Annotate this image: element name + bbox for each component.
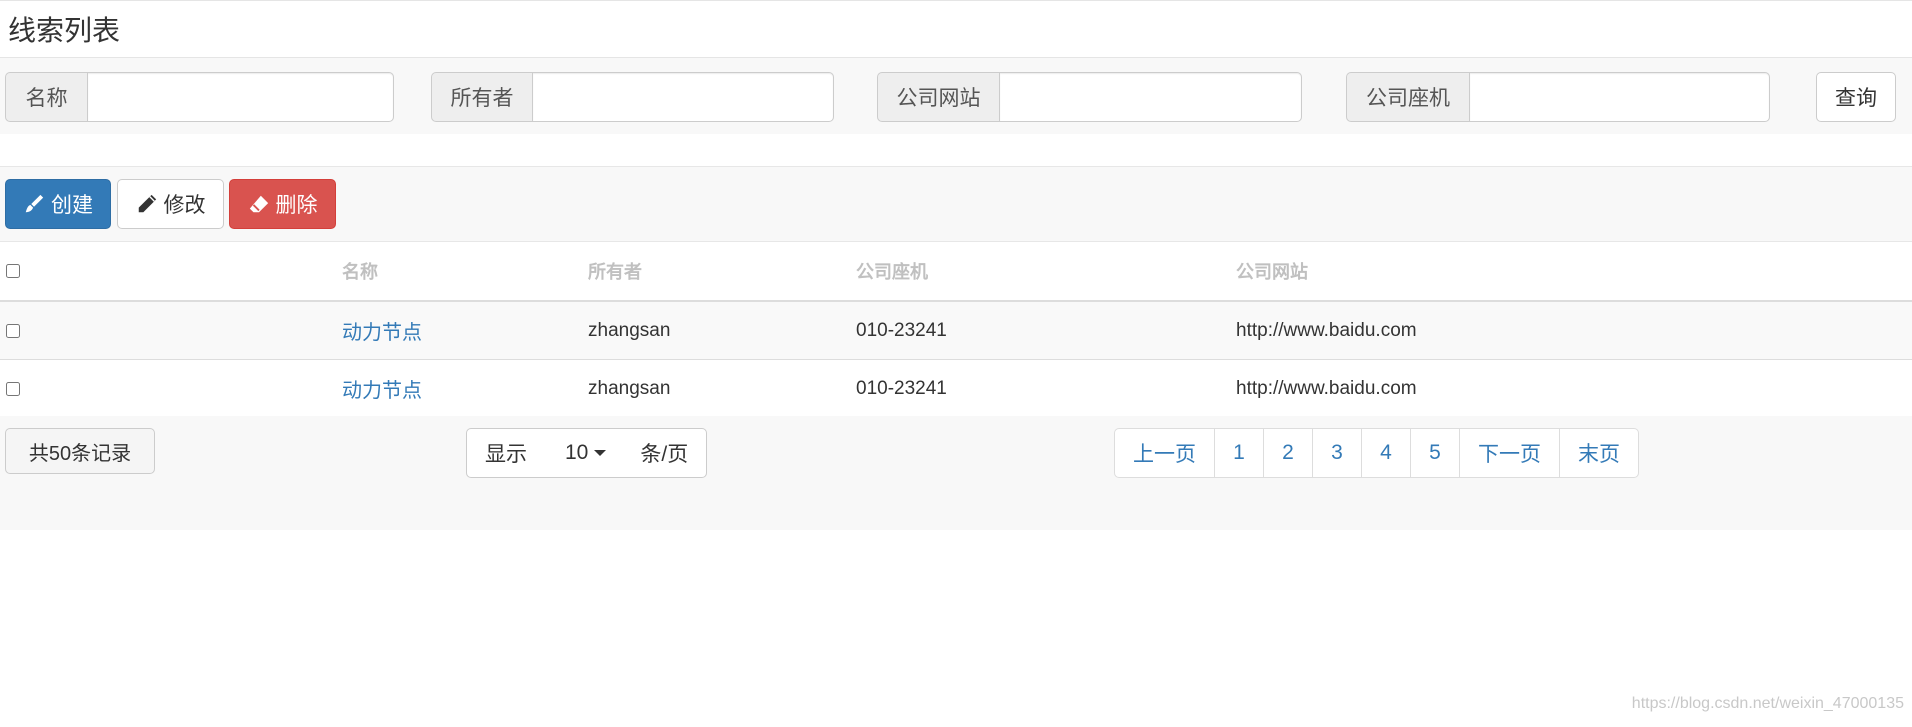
page-link-1[interactable]: 1 xyxy=(1214,428,1264,478)
pencil-icon xyxy=(138,194,156,213)
phone-search-input[interactable] xyxy=(1469,72,1770,122)
create-button[interactable]: 创建 xyxy=(5,179,111,229)
table-header-row: 名称 所有者 公司座机 公司网站 xyxy=(0,242,1912,302)
header-owner: 所有者 xyxy=(588,242,856,302)
table-row: 动力节点 zhangsan 010-23241 http://www.baidu… xyxy=(0,301,1912,360)
lead-table: 名称 所有者 公司座机 公司网站 动力节点 zhangsan 010-23241… xyxy=(0,242,1912,418)
name-search-input[interactable] xyxy=(87,72,394,122)
row-select-cell xyxy=(0,301,342,360)
next-page-link[interactable]: 下一页 xyxy=(1459,428,1560,478)
row-checkbox[interactable] xyxy=(6,323,20,338)
pencil-brush-icon xyxy=(25,194,44,213)
row-phone: 010-23241 xyxy=(856,359,1236,418)
page-size-suffix: 条/页 xyxy=(640,443,689,466)
delete-button-label: 删除 xyxy=(275,194,318,217)
search-bar: 名称 所有者 公司网站 公司座机 查询 xyxy=(0,58,1912,134)
toolbar: 创建 修改 删除 xyxy=(0,166,1912,242)
row-phone: 010-23241 xyxy=(856,301,1236,360)
page-size-value: 10 xyxy=(565,441,589,464)
row-owner: zhangsan xyxy=(588,301,856,360)
edit-button-label: 修改 xyxy=(163,194,206,217)
row-select-cell xyxy=(0,359,342,418)
last-page-link[interactable]: 末页 xyxy=(1559,428,1639,478)
header-name: 名称 xyxy=(342,242,588,302)
delete-button[interactable]: 删除 xyxy=(229,179,336,229)
page-link-4[interactable]: 4 xyxy=(1361,428,1411,478)
lead-name-link[interactable]: 动力节点 xyxy=(342,380,422,402)
name-search-label: 名称 xyxy=(5,72,87,122)
title-bar: 线索列表 xyxy=(0,0,1912,58)
page-link-2[interactable]: 2 xyxy=(1263,428,1313,478)
row-name-cell: 动力节点 xyxy=(342,359,588,418)
table-footer: 共50条记录 显示 10 条/页 上一页 1 2 3 4 5 下一页 末页 xyxy=(0,416,1912,530)
caret-down-icon xyxy=(594,450,607,456)
create-button-label: 创建 xyxy=(51,194,93,217)
total-records-button[interactable]: 共50条记录 xyxy=(5,428,155,474)
row-name-cell: 动力节点 xyxy=(342,301,588,360)
row-checkbox[interactable] xyxy=(6,381,20,396)
page-size-prefix: 显示 xyxy=(485,443,527,466)
row-website: http://www.baidu.com xyxy=(1236,301,1912,360)
pagination: 上一页 1 2 3 4 5 下一页 末页 xyxy=(1114,428,1639,478)
lead-table-container: 名称 所有者 公司座机 公司网站 动力节点 zhangsan 010-23241… xyxy=(0,242,1912,418)
page-size-dropdown[interactable]: 10 xyxy=(565,441,607,465)
page-link-5[interactable]: 5 xyxy=(1410,428,1460,478)
row-website: http://www.baidu.com xyxy=(1236,359,1912,418)
header-phone: 公司座机 xyxy=(856,242,1236,302)
phone-search-group: 公司座机 xyxy=(1346,72,1770,122)
page-title: 线索列表 xyxy=(8,15,121,46)
watermark: https://blog.csdn.net/weixin_47000135 xyxy=(1631,695,1904,712)
website-search-group: 公司网站 xyxy=(877,72,1302,122)
select-all-checkbox[interactable] xyxy=(6,264,20,278)
prev-page-link[interactable]: 上一页 xyxy=(1114,428,1215,478)
page-link-3[interactable]: 3 xyxy=(1312,428,1362,478)
query-button[interactable]: 查询 xyxy=(1816,72,1896,122)
owner-search-label: 所有者 xyxy=(431,72,532,122)
phone-search-label: 公司座机 xyxy=(1346,72,1469,122)
owner-search-input[interactable] xyxy=(532,72,834,122)
website-search-label: 公司网站 xyxy=(877,72,999,122)
table-row: 动力节点 zhangsan 010-23241 http://www.baidu… xyxy=(0,359,1912,418)
name-search-group: 名称 xyxy=(5,72,394,122)
owner-search-group: 所有者 xyxy=(431,72,834,122)
lead-name-link[interactable]: 动力节点 xyxy=(342,322,422,344)
select-all-header xyxy=(0,242,342,302)
page-size-selector: 显示 10 条/页 xyxy=(466,428,707,478)
header-website: 公司网站 xyxy=(1236,242,1912,302)
website-search-input[interactable] xyxy=(999,72,1302,122)
row-owner: zhangsan xyxy=(588,359,856,418)
edit-button[interactable]: 修改 xyxy=(117,179,224,229)
eraser-icon xyxy=(249,195,268,213)
